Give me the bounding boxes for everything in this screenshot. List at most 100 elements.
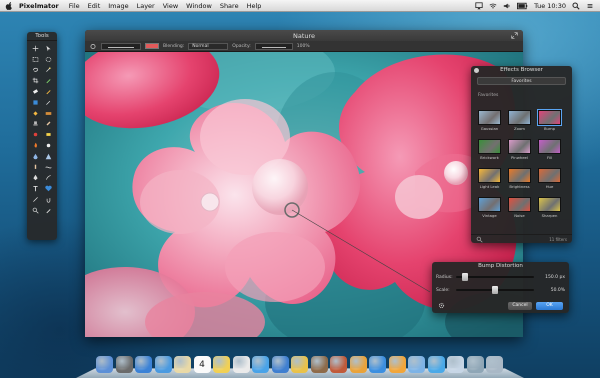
color-swatch[interactable] [145,43,159,49]
effects-category-dropdown[interactable]: Favorites [477,77,566,85]
menu-file[interactable]: File [69,2,80,10]
effect-thumb-hue[interactable] [538,168,561,183]
dock-app-icon[interactable] [174,356,191,373]
freeform-pen-tool[interactable] [43,174,54,183]
effect-thumb-fill[interactable] [538,139,561,154]
dock-app-icon[interactable] [349,356,367,373]
radius-slider[interactable] [456,273,534,281]
notifications-icon[interactable] [586,2,594,10]
paint-bucket-tool[interactable] [30,109,41,118]
healing-tool[interactable] [43,120,54,129]
volume-icon[interactable] [503,2,511,10]
close-icon[interactable] [474,68,479,73]
crop-tool[interactable] [30,76,41,85]
red-eye-tool[interactable] [30,130,41,139]
tool-options-icon[interactable] [89,43,97,50]
warp-tool[interactable] [43,163,54,172]
scale-value[interactable]: 50.0% [551,288,565,293]
rect-marquee-tool[interactable] [30,55,41,64]
menu-window[interactable]: Window [186,2,212,10]
menu-edit[interactable]: Edit [88,2,101,10]
color-picker-tool[interactable] [43,184,54,193]
dock-app-icon[interactable] [447,356,464,373]
slice-tool[interactable] [43,76,54,85]
dock-app-icon[interactable] [252,356,269,373]
dock-app-icon[interactable] [213,356,230,373]
dock-app-icon[interactable] [330,356,347,373]
dock-app-icon[interactable]: 4 [193,356,211,373]
dock-app-icon[interactable] [115,356,133,373]
dock-app-icon[interactable] [310,356,328,373]
dock-app-icon[interactable] [388,356,406,373]
radius-slider-knob[interactable] [462,273,469,281]
fullscreen-icon[interactable] [511,32,518,39]
scale-slider-knob[interactable] [492,286,498,294]
menu-image[interactable]: Image [108,2,128,10]
zoom-tool[interactable] [30,206,41,215]
arrange-tool[interactable] [43,44,54,53]
menu-share[interactable]: Share [220,2,239,10]
dock-app-icon[interactable] [408,356,425,373]
opacity-slider[interactable] [254,42,293,50]
shape-tool[interactable] [30,98,41,107]
text-tool[interactable] [30,184,41,193]
pen-tool[interactable] [30,174,41,183]
burn-tool[interactable] [30,141,41,150]
apple-menu-icon[interactable] [5,1,13,10]
pencil-tool[interactable] [43,87,54,96]
effect-thumb-noise[interactable] [508,197,531,212]
menu-help[interactable]: Help [247,2,262,10]
move-tool[interactable] [30,44,41,53]
battery-icon[interactable] [517,2,528,10]
ellipse-marquee-tool[interactable] [43,55,54,64]
dock-app-icon[interactable] [486,356,503,373]
magic-wand-tool[interactable] [43,66,54,75]
dock-app-icon[interactable] [427,356,445,373]
effect-thumb-light-leak[interactable] [478,168,501,183]
menu-app-name[interactable]: Pixelmator [19,2,59,10]
effect-thumb-vintage[interactable] [478,197,501,212]
dock-app-icon[interactable] [96,356,113,373]
menu-view[interactable]: View [163,2,178,10]
effect-thumb-gaussian[interactable] [478,110,501,125]
cancel-button[interactable]: Cancel [508,302,532,310]
gradient-tool[interactable] [43,109,54,118]
eyedropper-tool[interactable] [43,206,54,215]
brush-preview[interactable] [101,42,141,50]
airplay-icon[interactable] [475,1,483,10]
scale-slider[interactable] [456,286,534,294]
sharpen-tool[interactable] [43,152,54,161]
radius-value[interactable]: 150.0 px [545,275,565,280]
dock-app-icon[interactable] [271,356,289,373]
clone-stamp-tool[interactable] [30,120,41,129]
dock-app-icon[interactable] [232,356,250,373]
dock-app-icon[interactable] [154,356,172,373]
effect-thumb-brickwork[interactable] [478,139,501,154]
gear-icon[interactable] [438,302,445,309]
line-tool[interactable] [30,195,41,204]
effect-thumb-bump[interactable] [537,109,562,126]
search-icon[interactable] [476,236,483,243]
wifi-icon[interactable] [489,2,497,10]
menu-layer[interactable]: Layer [137,2,155,10]
effect-thumb-zoom[interactable] [508,110,531,125]
sponge-tool[interactable] [43,130,54,139]
dock-app-icon[interactable] [466,356,484,373]
window-titlebar[interactable]: Nature [85,30,523,41]
lasso-tool[interactable] [30,66,41,75]
eraser-tool[interactable] [30,87,41,96]
effect-thumb-pinwheel[interactable] [508,139,531,154]
effect-thumb-sharpen[interactable] [538,197,561,212]
smudge-tool[interactable] [30,163,41,172]
dock-app-icon[interactable] [135,356,152,373]
effect-thumb-brightness[interactable] [508,168,531,183]
text-tool-small[interactable] [43,98,54,107]
ok-button[interactable]: OK [536,302,563,310]
spotlight-icon[interactable] [572,1,580,10]
hand-tool[interactable] [43,195,54,204]
blending-select[interactable]: Normal [188,42,229,50]
dodge-tool[interactable] [43,141,54,150]
clock[interactable]: Tue 10:30 [534,2,566,10]
dock-app-icon[interactable] [369,356,386,373]
dock-app-icon[interactable] [291,356,308,373]
